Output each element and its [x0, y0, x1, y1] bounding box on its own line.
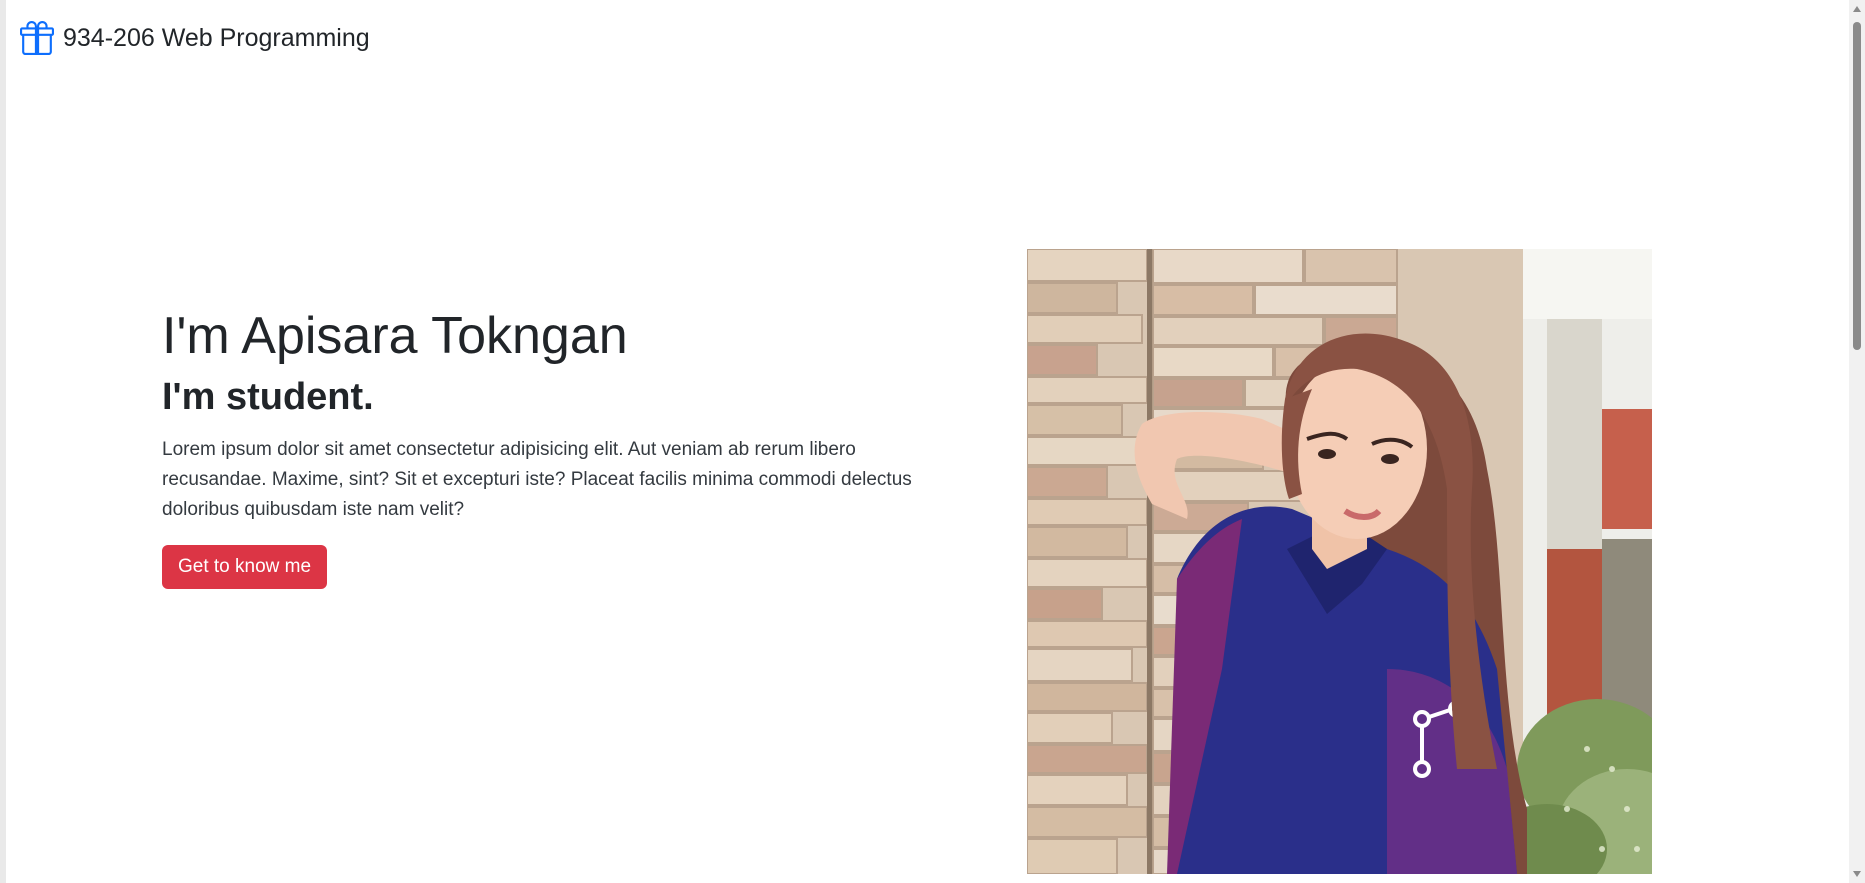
hero-description: Lorem ipsum dolor sit amet consectetur a… [162, 438, 912, 520]
scroll-thumb[interactable] [1853, 22, 1861, 350]
brand-link[interactable]: 934-206 Web Programming [63, 24, 370, 53]
hero-title: I'm Apisara Tokngan [162, 307, 628, 365]
navbar: 934-206 Web Programming [20, 18, 370, 58]
gift-icon[interactable] [20, 21, 54, 55]
window-left-edge [0, 0, 6, 883]
scroll-up-icon[interactable] [1853, 6, 1861, 12]
scroll-down-icon[interactable] [1853, 871, 1861, 877]
get-to-know-me-button[interactable]: Get to know me [162, 544, 328, 589]
vertical-scrollbar[interactable] [1849, 0, 1865, 883]
portrait-image [1027, 249, 1652, 874]
hero-subtitle: I'm student. [162, 376, 374, 419]
page: 934-206 Web Programming I'm Apisara Tokn… [0, 0, 1865, 883]
hero-section: I'm Apisara Tokngan I'm student. Lorem i… [162, 305, 932, 589]
